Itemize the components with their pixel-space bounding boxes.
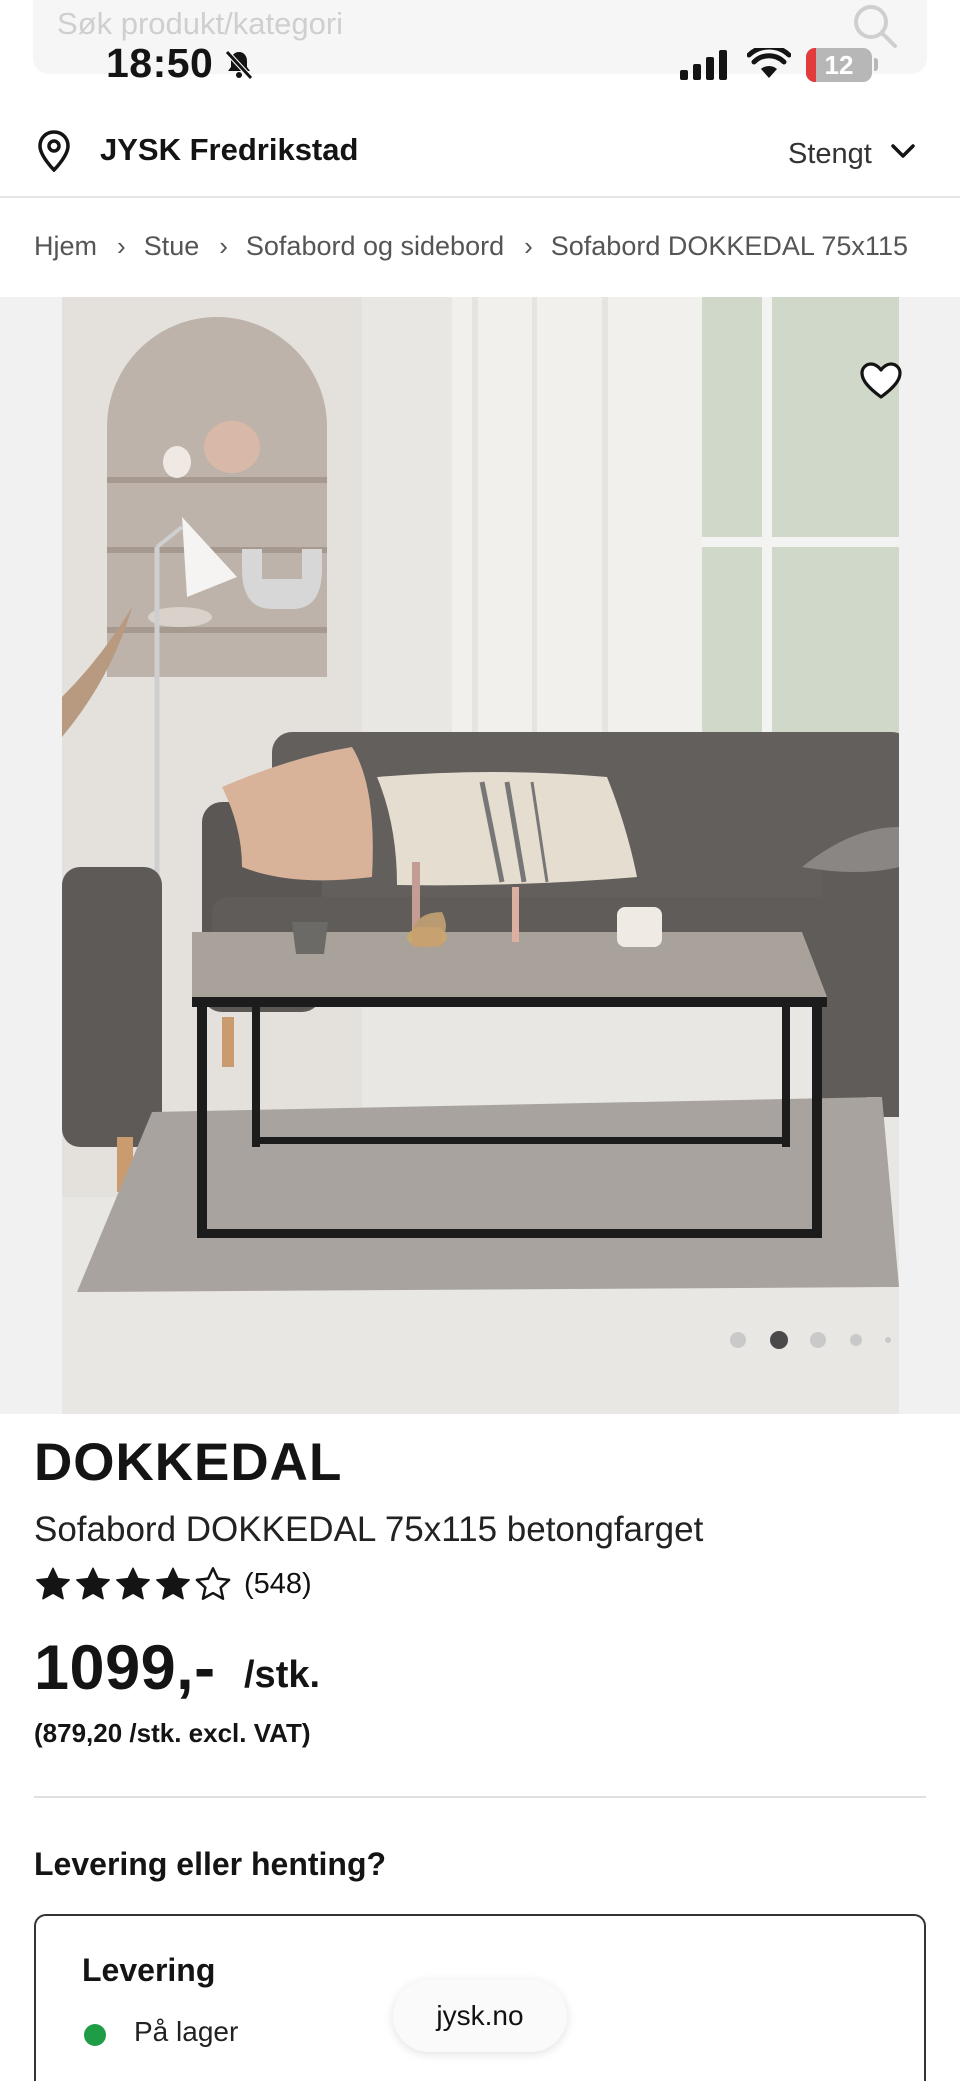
clock: 18:50 — [106, 40, 214, 86]
browser-domain-pill[interactable]: jysk.no — [393, 1980, 567, 2052]
delivery-question: Levering eller henting? — [34, 1846, 387, 1882]
star-filled-icon — [156, 1567, 190, 1600]
star-filled-icon — [36, 1567, 70, 1600]
gallery-dot[interactable] — [810, 1332, 826, 1348]
product-brand: DOKKEDAL — [34, 1433, 343, 1492]
star-filled-icon — [116, 1567, 150, 1600]
silent-bell-icon — [222, 48, 256, 87]
product-rating[interactable]: (548) — [34, 1566, 312, 1602]
status-bar: Søk produkt/kategori 18:50 12 — [0, 0, 960, 106]
gallery-dot[interactable] — [730, 1332, 746, 1348]
gallery-dot-active[interactable] — [770, 1331, 788, 1349]
battery-tip — [874, 58, 878, 71]
search-placeholder: Søk produkt/kategori — [57, 6, 344, 41]
store-name: JYSK Fredrikstad — [100, 132, 359, 167]
location-pin-icon — [37, 130, 71, 177]
product-title: Sofabord DOKKEDAL 75x115 betongfarget — [34, 1510, 704, 1549]
star-filled-icon — [76, 1567, 110, 1600]
price-excl-vat: (879,20 /stk. excl. VAT) — [34, 1718, 311, 1748]
breadcrumb-chevron-icon: › — [524, 231, 533, 262]
breadcrumb-link-sofabord[interactable]: Sofabord og sidebord — [246, 231, 504, 262]
store-selector[interactable]: JYSK Fredrikstad Stengt — [0, 106, 960, 198]
product-price: 1099,- — [34, 1633, 216, 1703]
stock-status: På lager — [134, 2016, 239, 2047]
breadcrumb: Hjem › Stue › Sofabord og sidebord › Sofabord … — [34, 230, 934, 270]
rating-stars — [34, 1566, 234, 1602]
wifi-icon — [746, 44, 792, 85]
store-open-status: Stengt — [788, 138, 872, 170]
product-image[interactable] — [62, 297, 899, 1414]
review-count: (548) — [244, 1567, 312, 1600]
breadcrumb-chevron-icon: › — [219, 231, 228, 262]
star-empty-icon — [195, 1567, 231, 1600]
battery-level: 12 — [824, 50, 854, 80]
delivery-option-title: Levering — [82, 1952, 216, 1988]
gallery-dot[interactable] — [850, 1334, 862, 1346]
chevron-down-icon[interactable] — [890, 142, 916, 165]
breadcrumb-chevron-icon: › — [117, 231, 126, 262]
battery-indicator: 12 — [806, 48, 872, 82]
divider — [34, 1796, 926, 1798]
heart-icon[interactable] — [860, 362, 902, 405]
breadcrumb-link-home[interactable]: Hjem — [34, 231, 97, 262]
stock-status-dot — [84, 2024, 106, 2046]
breadcrumb-link-stue[interactable]: Stue — [144, 231, 200, 262]
price-unit: /stk. — [244, 1654, 321, 1696]
cellular-signal-icon — [680, 50, 730, 85]
breadcrumb-current: Sofabord DOKKEDAL 75x115 — [550, 231, 908, 262]
gallery-dot[interactable] — [885, 1337, 891, 1343]
